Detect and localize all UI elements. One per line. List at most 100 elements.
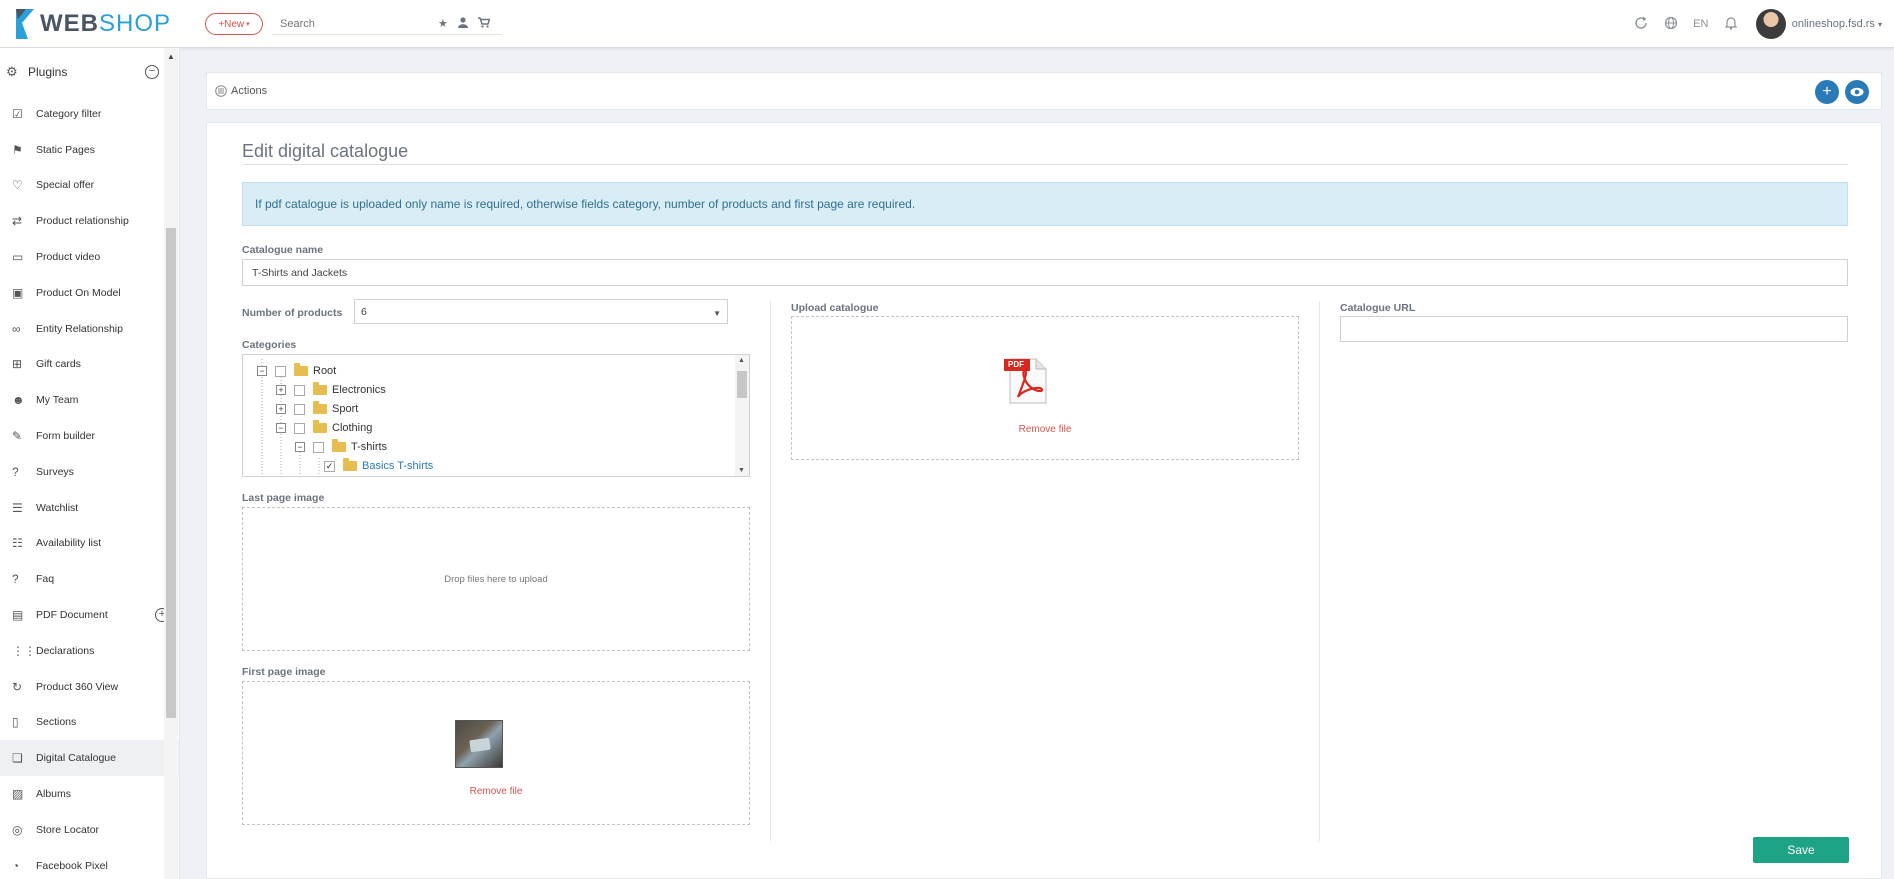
remove-file-link[interactable]: Remove file (792, 424, 1298, 435)
sidebar-item-product-on-model[interactable]: ▣ Product On Model (0, 275, 179, 311)
last-page-dropzone[interactable]: Drop files here to upload (242, 507, 750, 651)
user-icon[interactable] (457, 16, 468, 31)
tree-checkbox[interactable] (275, 365, 286, 377)
sidebar-item-product-relationship[interactable]: ⇄ Product relationship (0, 203, 179, 239)
form-icon: ✎ (12, 429, 23, 444)
sidebar-item-facebook-pixel[interactable]: ◔ Facebook Pixel (0, 848, 179, 879)
webshop-logo[interactable]: WEBSHOP (14, 9, 171, 39)
column-divider (770, 301, 771, 841)
sidebar-item-surveys[interactable]: ? Surveys (0, 454, 179, 490)
pdf-icon: ▤ (12, 608, 24, 623)
sidebar-item-pdf-document[interactable]: ▤ PDF Document + (0, 597, 179, 633)
catalogue-url-input[interactable] (1340, 316, 1848, 342)
tree-node-label[interactable]: Basics T-shirts (362, 460, 433, 472)
sidebar-item-store-locator[interactable]: ◎ Store Locator (0, 812, 179, 848)
tree-checkbox[interactable] (294, 422, 305, 434)
tree-node[interactable]: − Clothing (276, 420, 372, 436)
sidebar-item-form-builder[interactable]: ✎ Form builder (0, 418, 179, 454)
tree-checkbox[interactable] (294, 384, 305, 396)
catalogue-name-label: Catalogue name (242, 244, 324, 256)
expand-icon[interactable]: + (276, 404, 286, 414)
tree-node[interactable]: − T-shirts (295, 439, 387, 455)
tree-node[interactable]: ✓ Basics T-shirts (324, 458, 433, 474)
refresh-icon[interactable] (1626, 16, 1656, 33)
language-switch[interactable]: EN (1686, 18, 1716, 30)
collapse-icon[interactable]: − (276, 423, 286, 433)
first-page-dropzone[interactable]: Remove file (242, 681, 750, 825)
tree-node-label[interactable]: Sport (332, 403, 358, 415)
actions-menu[interactable]: Actions (215, 85, 267, 97)
page-title: Edit digital catalogue (242, 141, 409, 161)
save-button[interactable]: Save (1753, 837, 1849, 863)
tree-node[interactable]: + Electronics (276, 382, 386, 398)
chevron-down-icon: ▼ (713, 309, 721, 318)
tree-checkbox[interactable]: ✓ (324, 460, 335, 472)
cart-icon[interactable] (477, 16, 491, 31)
scroll-up-icon[interactable]: ▲ (738, 357, 745, 364)
checkbox-icon: ☑ (12, 106, 23, 121)
tree-node[interactable]: − Root (257, 363, 336, 379)
bell-icon[interactable] (1716, 16, 1746, 33)
actions-label: Actions (231, 85, 268, 97)
sidebar-scroll-thumb[interactable] (166, 228, 176, 718)
sidebar-item-category-filter[interactable]: ☑ Category filter (0, 96, 179, 132)
sidebar-item-product-360-view[interactable]: ↻ Product 360 View (0, 669, 179, 705)
catalogue-name-input[interactable] (242, 259, 1848, 286)
remove-file-link[interactable]: Remove file (243, 786, 749, 797)
sidebar-item-watchlist[interactable]: ☰ Watchlist (0, 490, 179, 526)
sidebar-item-product-video[interactable]: ▭ Product video (0, 239, 179, 275)
tree-node-label[interactable]: Root (313, 365, 336, 377)
plugins-icon: ⚙ (6, 64, 18, 79)
sidebar-item-albums[interactable]: ▨ Albums (0, 776, 179, 812)
logo-text-shop: SHOP (99, 10, 172, 37)
add-button[interactable]: + (1815, 80, 1839, 104)
user-menu[interactable]: onlineshop.fsd.rs ▾ (1792, 18, 1882, 30)
collapse-icon[interactable]: − (257, 366, 267, 376)
number-of-products-select[interactable]: 6 ▼ (354, 299, 728, 324)
categories-tree: − Root + Electronics + Sport − Clothing − T-shirt… (242, 354, 750, 477)
tree-checkbox[interactable] (313, 441, 324, 453)
tree-node-label[interactable]: T-shirts (351, 441, 387, 453)
tree-checkbox[interactable] (294, 403, 305, 415)
sidebar-item-label: Product relationship (36, 215, 129, 228)
sidebar-item-static-pages[interactable]: ⚑ Static Pages (0, 132, 179, 168)
star-icon[interactable]: ★ (438, 17, 448, 31)
sidebar-item-gift-cards[interactable]: ⊞ Gift cards (0, 347, 179, 383)
tree-node-label[interactable]: Electronics (332, 384, 386, 396)
sidebar-item-label: Facebook Pixel (36, 859, 108, 872)
sidebar-item-entity-relationship[interactable]: ∞ Entity Relationship (0, 311, 179, 347)
grid-icon: ⋮⋮ (12, 643, 36, 658)
first-page-image-label: First page image (242, 666, 326, 678)
tree-scroll-thumb[interactable] (737, 371, 747, 398)
top-bar: WEBSHOP +New▾ ★ EN onlineshop.fsd.rs ▾ (0, 0, 1894, 48)
tree-node-label[interactable]: Clothing (332, 422, 372, 434)
sidebar-item-declarations[interactable]: ⋮⋮ Declarations (0, 633, 179, 669)
upload-catalogue-dropzone[interactable]: PDF Remove file (791, 316, 1299, 460)
folder-icon (313, 420, 327, 433)
sidebar-item-digital-catalogue[interactable]: ❏ Digital Catalogue (0, 740, 179, 777)
sidebar-item-availability-list[interactable]: ☷ Availability list (0, 526, 179, 562)
image-icon: ▣ (12, 285, 24, 300)
expand-icon[interactable]: + (276, 385, 286, 395)
sidebar-scrollbar[interactable]: ▲ (164, 48, 178, 879)
sidebar-item-special-offer[interactable]: ♡ Special offer (0, 168, 179, 204)
sidebar-item-my-team[interactable]: ☻ My Team (0, 382, 179, 418)
sidebar-item-faq[interactable]: ? Faq (0, 561, 179, 597)
tree-scrollbar[interactable]: ▲ ▼ (735, 355, 749, 476)
sidebar-item-sections[interactable]: ▯ Sections (0, 705, 179, 741)
scroll-down-icon[interactable]: ▼ (738, 467, 745, 474)
avatar[interactable] (1755, 9, 1786, 39)
sidebar-section-plugins[interactable]: ⚙ Plugins − (0, 48, 179, 96)
collapse-icon[interactable]: − (295, 442, 305, 452)
heart-icon: ♡ (12, 178, 23, 193)
collapse-icon[interactable]: − (145, 65, 159, 79)
new-button[interactable]: +New ▾ (205, 13, 263, 35)
search-input[interactable] (272, 17, 432, 30)
number-of-products-value: 6 (361, 306, 367, 318)
faq-icon: ? (12, 572, 19, 587)
sidebar-item-label: Form builder (36, 430, 95, 443)
preview-button[interactable] (1845, 80, 1869, 104)
globe-icon[interactable] (1656, 16, 1686, 33)
tree-node[interactable]: + Sport (276, 401, 358, 417)
scroll-up-icon[interactable]: ▲ (167, 52, 175, 61)
